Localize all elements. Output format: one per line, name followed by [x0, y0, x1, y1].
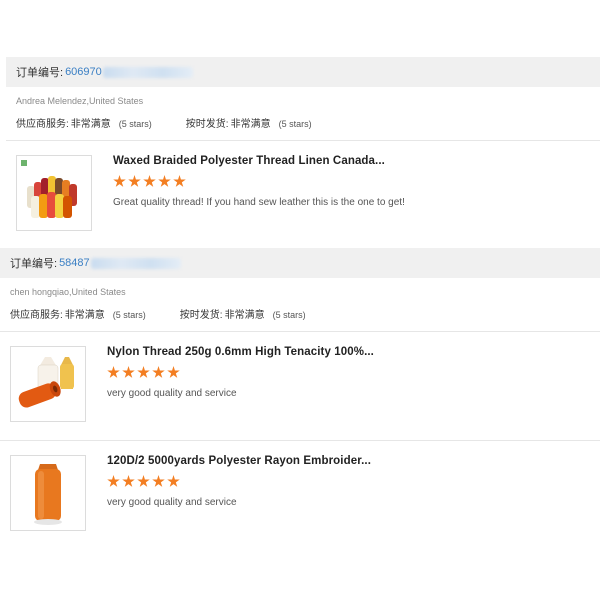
rating-stars-text: (5 stars)	[118, 119, 152, 129]
buyer-name: chen hongqiao,United States	[10, 287, 126, 297]
star-icon	[158, 175, 171, 187]
buyer-section: Andrea Melendez,United States 供应商服务: 非常满意…	[6, 87, 600, 141]
feedback-page: 订单编号: 606970 Andrea Melendez,United Stat…	[0, 0, 600, 600]
product-info: 120D/2 5000yards Polyester Rayon Embroid…	[107, 455, 590, 508]
product-item: Nylon Thread 250g 0.6mm High Tenacity 10…	[0, 332, 600, 441]
star-icon	[173, 175, 186, 187]
product-star-rating	[107, 366, 590, 379]
product-info: Nylon Thread 250g 0.6mm High Tenacity 10…	[107, 346, 590, 399]
order-number-link[interactable]: 58487	[59, 257, 90, 269]
order-block-1: 订单编号: 606970 Andrea Melendez,United Stat…	[6, 57, 600, 247]
rating-supplier-service: 供应商服务: 非常满意 (5 stars)	[16, 115, 152, 130]
product-thumbnail[interactable]	[10, 346, 86, 422]
star-icon	[152, 366, 165, 378]
rating-on-time-shipping: 按时发货: 非常满意 (5 stars)	[186, 115, 312, 130]
star-icon	[128, 175, 141, 187]
star-icon	[143, 175, 156, 187]
product-thumbnail[interactable]	[10, 455, 86, 531]
star-icon	[107, 475, 120, 487]
rating-label: 供应商服务:	[16, 119, 69, 130]
order-label: 订单编号:	[16, 67, 64, 79]
rating-stars-text: (5 stars)	[112, 310, 146, 320]
order-header: 订单编号: 606970	[6, 57, 600, 87]
order-number-redacted	[90, 257, 181, 269]
rating-stars-text: (5 stars)	[272, 310, 306, 320]
order-label: 订单编号:	[10, 258, 58, 270]
product-thumbnail[interactable]	[16, 155, 92, 231]
star-icon	[137, 366, 150, 378]
buyer-section: chen hongqiao,United States 供应商服务: 非常满意 (5…	[0, 278, 600, 332]
star-icon	[137, 475, 150, 487]
order-number-link[interactable]: 606970	[65, 66, 102, 78]
product-star-rating	[113, 175, 590, 188]
rating-supplier-service: 供应商服务: 非常满意 (5 stars)	[10, 306, 146, 321]
rating-value: 非常满意	[64, 310, 105, 321]
star-icon	[167, 366, 180, 378]
product-title[interactable]: Nylon Thread 250g 0.6mm High Tenacity 10…	[107, 346, 590, 358]
product-title[interactable]: 120D/2 5000yards Polyester Rayon Embroid…	[107, 455, 590, 467]
rating-label: 按时发货:	[179, 310, 223, 321]
order-header: 订单编号: 58487	[0, 248, 600, 278]
order-number-redacted	[102, 66, 193, 78]
star-icon	[113, 175, 126, 187]
product-title[interactable]: Waxed Braided Polyester Thread Linen Can…	[113, 155, 590, 167]
product-item: 120D/2 5000yards Polyester Rayon Embroid…	[0, 441, 600, 549]
rating-value: 非常满意	[70, 119, 111, 130]
seller-ratings: 供应商服务: 非常满意 (5 stars) 按时发货: 非常满意 (5 stars)	[10, 306, 590, 321]
order-block-2: 订单编号: 58487 chen hongqiao,United States …	[0, 248, 600, 549]
seller-ratings: 供应商服务: 非常满意 (5 stars) 按时发货: 非常满意 (5 stars)	[16, 115, 590, 130]
rating-value: 非常满意	[224, 310, 265, 321]
star-icon	[122, 475, 135, 487]
star-icon	[122, 366, 135, 378]
star-icon	[152, 475, 165, 487]
star-icon	[167, 475, 180, 487]
review-text: Great quality thread! If you hand sew le…	[113, 197, 405, 208]
rating-value: 非常满意	[230, 119, 271, 130]
rating-label: 供应商服务:	[10, 310, 63, 321]
rating-on-time-shipping: 按时发货: 非常满意 (5 stars)	[180, 306, 306, 321]
review-text: very good quality and service	[107, 497, 237, 508]
product-item: Waxed Braided Polyester Thread Linen Can…	[6, 141, 600, 247]
rating-stars-text: (5 stars)	[278, 119, 312, 129]
buyer-name: Andrea Melendez,United States	[16, 96, 144, 106]
rating-label: 按时发货:	[185, 119, 229, 130]
product-info: Waxed Braided Polyester Thread Linen Can…	[113, 155, 590, 208]
review-text: very good quality and service	[107, 388, 237, 399]
product-star-rating	[107, 475, 590, 488]
star-icon	[107, 366, 120, 378]
